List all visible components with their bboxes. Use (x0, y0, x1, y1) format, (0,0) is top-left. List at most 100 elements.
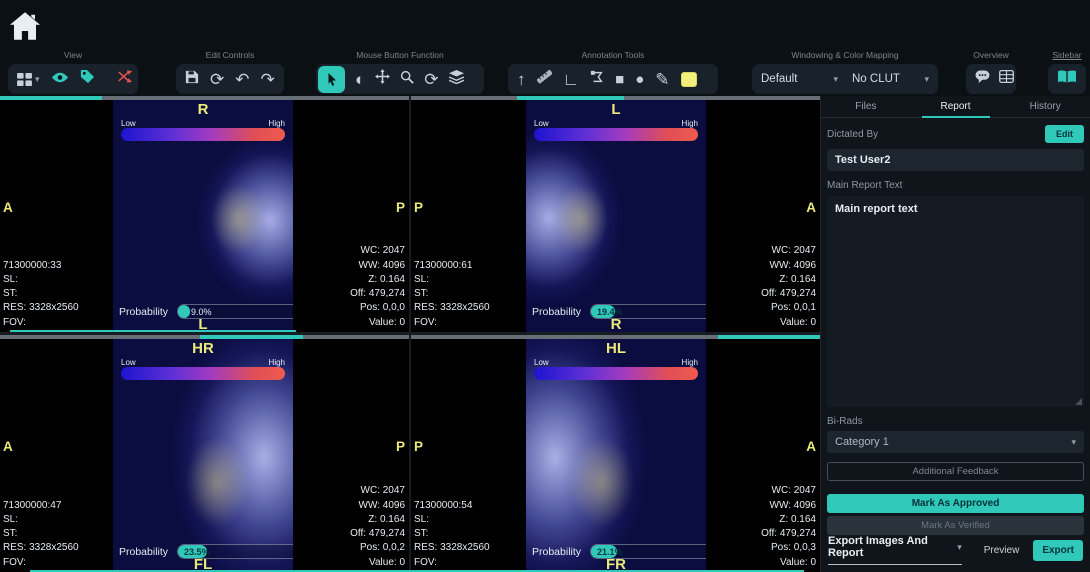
image-metadata-left: 71300000:61 SL: ST: RES: 3328x2560 FOV: (414, 259, 490, 330)
pan-tool-button[interactable] (375, 69, 390, 89)
clut-value: No CLUT (852, 73, 900, 85)
colorbar-gradient (534, 128, 698, 141)
pencil-icon: ✎ (655, 70, 669, 89)
clut-select[interactable]: No CLUT ▾ (852, 73, 929, 85)
series-id: 71300000:61 (414, 259, 490, 273)
image-metadata-right: WC: 2047 WW: 4096 Z: 0.164 Off: 479,274 … (761, 244, 816, 330)
probability-bar: 21.1% (590, 544, 706, 559)
orientation-marker-right: A (806, 200, 816, 215)
edit-button[interactable]: Edit (1045, 125, 1084, 143)
viewport-hl-mlo[interactable]: HL Low High Probability 21.1% FR P A (411, 335, 820, 572)
slice-scrollbar-thumb[interactable] (0, 96, 102, 100)
export-button[interactable]: Export (1033, 540, 1083, 561)
export-type-dropdown[interactable]: Export Images And Report ▾ (828, 535, 962, 565)
rotate-tool-button[interactable]: ⟳ (424, 71, 438, 88)
sidebar-toggle-button[interactable] (1057, 70, 1077, 89)
redo-button[interactable]: ↷ (261, 71, 275, 88)
report-sidebar: Files Report History Dictated By Edit Te… (820, 96, 1090, 572)
arrow-annotation-button[interactable]: ↑ (517, 71, 526, 88)
group-label-view: View (8, 50, 138, 60)
group-label-sidebar: Sidebar (1048, 50, 1086, 60)
toggle-visibility-button[interactable] (51, 70, 69, 88)
viewport-r-cc[interactable]: R Low High Probability 9.0% L A P 71 (0, 96, 409, 332)
orientation-marker-left: P (414, 439, 423, 454)
colorbar-high-label: High (682, 358, 698, 367)
polygon-annotation-button[interactable] (590, 70, 604, 89)
ruler-annotation-button[interactable] (537, 69, 552, 89)
pointer-tool-button-selected[interactable] (318, 66, 345, 93)
refresh-button[interactable]: ⟳ (210, 71, 224, 88)
export-bar: Export Images And Report ▾ Preview Expor… (828, 535, 1083, 565)
arrow-up-icon: ↑ (517, 70, 526, 89)
group-label-windowing: Windowing & Color Mapping (752, 50, 938, 60)
probability-bar: 9.0% (177, 304, 293, 319)
overview-table-button[interactable] (999, 70, 1014, 88)
mark-as-approved-button[interactable]: Mark As Approved (827, 494, 1084, 513)
angle-annotation-button[interactable]: ∟ (563, 71, 580, 88)
polygon-icon (590, 70, 604, 84)
tab-files[interactable]: Files (821, 96, 911, 117)
viewport-grid: R Low High Probability 9.0% L A P 71 (0, 96, 820, 572)
orientation-marker-right: P (396, 439, 405, 454)
colorbar-high-label: High (682, 119, 698, 128)
chevron-down-icon: ▾ (35, 74, 40, 85)
undo-button[interactable]: ↶ (235, 71, 249, 88)
image-panel[interactable]: HR Low High Probability 23.5% FL (113, 339, 293, 572)
mark-as-verified-button[interactable]: Mark As Verified (827, 516, 1084, 535)
additional-feedback-button[interactable]: Additional Feedback (827, 462, 1084, 481)
toolbar-group-annotation: Annotation Tools ↑ ∟ ■ ● (508, 50, 718, 94)
image-panel[interactable]: L Low High Probability 19.4% R (526, 100, 706, 332)
colorbar-low-label: Low (121, 358, 136, 367)
probability-value: 23.5% (184, 547, 210, 557)
layout-grid-button[interactable]: ▾ (17, 73, 40, 86)
chevron-down-icon: ▾ (1071, 437, 1076, 448)
contrast-icon: ◐ (355, 70, 365, 89)
probability-value: 19.4% (597, 307, 623, 317)
zoom-tool-button[interactable] (400, 70, 414, 89)
image-metadata-left: 71300000:54 SL: ST: RES: 3328x2560 FOV: (414, 499, 490, 570)
pointer-icon (325, 72, 339, 87)
toolbar-group-sidebar: Sidebar (1048, 50, 1086, 94)
labels-button[interactable] (80, 69, 95, 89)
birads-select[interactable]: Category 1 ▾ (827, 431, 1084, 453)
dictated-by-label: Dictated By (827, 129, 878, 140)
rotate-icon: ⟳ (424, 70, 438, 89)
toolbar-group-mouse-function: Mouse Button Function ◐ (316, 50, 484, 94)
main-report-textarea[interactable]: Main report text (827, 196, 1084, 407)
layers-tool-button[interactable] (449, 70, 464, 89)
save-button[interactable] (185, 70, 199, 89)
tag-icon (80, 69, 95, 84)
ellipse-annotation-button[interactable]: ● (635, 72, 644, 87)
disable-sync-button[interactable] (117, 70, 133, 88)
contrast-tool-button[interactable]: ◐ (355, 71, 365, 88)
rectangle-annotation-button[interactable]: ■ (615, 72, 624, 87)
annotation-color-swatch[interactable] (681, 72, 697, 87)
group-label-edit-controls: Edit Controls (176, 50, 284, 60)
tab-report[interactable]: Report (911, 96, 1001, 117)
tab-history[interactable]: History (1000, 96, 1090, 117)
colorbar-low-label: Low (534, 358, 549, 367)
save-icon (185, 70, 199, 84)
windowing-preset-select[interactable]: Default ▾ (761, 73, 838, 85)
home-button[interactable] (10, 12, 40, 40)
viewport-hr-mlo[interactable]: HR Low High Probability 23.5% FL A P (0, 335, 409, 572)
preview-button[interactable]: Preview (978, 544, 1026, 557)
toolbar-group-overview: Overview (966, 50, 1016, 94)
viewport-l-cc[interactable]: L Low High Probability 19.4% R P A 7 (411, 96, 820, 332)
probability-label: Probability (119, 306, 177, 318)
chevron-down-icon: ▾ (833, 74, 838, 85)
viewport-top-label: L (526, 101, 706, 118)
probability-bar: 23.5% (177, 544, 293, 559)
freehand-annotation-button[interactable]: ✎ (655, 71, 669, 88)
image-metadata-right: WC: 2047 WW: 4096 Z: 0.164 Off: 479,274 … (350, 484, 405, 570)
image-panel[interactable]: HL Low High Probability 21.1% FR (526, 339, 706, 572)
comments-button[interactable] (975, 70, 990, 88)
image-panel[interactable]: R Low High Probability 9.0% L (113, 100, 293, 332)
pan-icon (375, 69, 390, 84)
export-type-value: Export Images And Report (828, 535, 957, 559)
table-icon (999, 70, 1014, 83)
open-book-icon (1057, 70, 1077, 84)
slice-scrollbar-thumb[interactable] (718, 335, 820, 339)
probability-label: Probability (532, 306, 590, 318)
dictated-by-field[interactable]: Test User2 (827, 149, 1084, 171)
